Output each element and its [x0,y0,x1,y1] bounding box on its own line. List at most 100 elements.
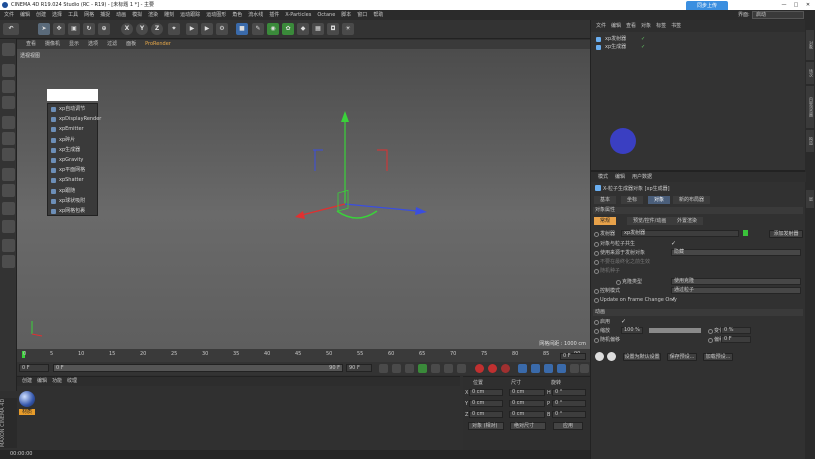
camera-icon[interactable]: ◘ [327,23,339,35]
timeline-menu-icon[interactable] [580,364,589,373]
start-frame-field[interactable]: 0 F [19,364,49,372]
y-axis-toggle[interactable]: Y [136,23,148,35]
record-icon[interactable] [475,364,484,373]
prev-key-icon[interactable] [392,364,401,373]
size-x-field[interactable]: 0 cm [509,389,545,396]
size-z-field[interactable]: 0 cm [509,411,545,418]
z-axis-toggle[interactable]: Z [151,23,163,35]
size-y-field[interactable]: 0 cm [509,400,545,407]
menu-edit[interactable]: 编辑 [20,10,30,20]
snap-icon[interactable] [2,202,15,215]
menu-mesh[interactable]: 网格 [84,10,94,20]
model-mode-icon[interactable] [2,64,15,77]
scale-field[interactable]: 100 % [621,327,643,334]
material-name[interactable]: 材质 [19,409,35,415]
key-param-icon[interactable] [557,364,566,373]
lock-workplane-icon[interactable] [2,239,15,252]
offset-field[interactable]: 0 F [721,336,751,343]
preset-load-icon[interactable] [595,352,604,361]
attr-row-check[interactable]: ✓ [671,296,676,303]
attr-row-dropdown[interactable]: 隐藏 [671,249,801,256]
popup-item[interactable]: xp自动调节 [48,104,97,114]
rotation-b-field[interactable]: 0 ° [552,411,586,418]
viewport-menu-display[interactable]: 显示 [69,41,79,47]
menu-pipeline[interactable]: 流水线 [248,10,263,20]
viewport-menu-panel[interactable]: 面板 [126,41,136,47]
menu-help[interactable]: 帮助 [373,10,383,20]
light-icon[interactable]: ☀ [342,23,354,35]
popup-item[interactable]: xp网格包裹 [48,206,97,216]
load-preset-button[interactable]: 加载预设... [703,353,733,361]
menu-tools[interactable]: 工具 [68,10,78,20]
current-frame-field[interactable]: 0 F [560,353,586,360]
scale-icon[interactable]: ▣ [68,23,80,35]
cube-icon[interactable]: ■ [236,23,248,35]
material-preview-ball[interactable] [19,391,35,407]
popup-item[interactable]: xp平面网格 [48,165,97,175]
attr-menu-mode[interactable]: 模式 [598,174,608,180]
position-y-field[interactable]: 0 cm [469,400,503,407]
viewport-menu-prorender[interactable]: ProRender [145,41,171,47]
popup-search-header[interactable] [47,89,98,101]
attr-menu-userdata[interactable]: 用户数据 [632,174,652,180]
goto-start-icon[interactable] [379,364,388,373]
soft-selection-icon[interactable] [2,220,15,233]
menu-file[interactable]: 文件 [4,10,14,20]
menu-simulate[interactable]: 模拟 [132,10,142,20]
attr-row-dropdown[interactable]: 使用克隆 [671,278,801,285]
visibility-check-icon[interactable]: ✓ [641,44,645,50]
cloner-icon[interactable]: ✿ [282,23,294,35]
viewport-menu-filter[interactable]: 过滤 [107,41,117,47]
texture-mode-icon[interactable] [2,80,15,93]
render-picture-viewer-icon[interactable]: ▶ [201,23,213,35]
viewport-menu-camera[interactable]: 摄像机 [45,41,60,47]
object-menu-tags[interactable]: 标签 [656,23,666,29]
attr-tab-coord[interactable]: 坐标 [621,196,644,204]
subdivision-icon[interactable]: ◉ [267,23,279,35]
popup-item[interactable]: xpDisplayRender [48,114,101,124]
planar-workplane-icon[interactable] [2,255,15,268]
variation-field[interactable]: 0 % [721,327,751,334]
object-menu-object[interactable]: 对象 [641,23,651,29]
object-menu-bookmarks[interactable]: 书签 [671,23,681,29]
side-tab-takes[interactable]: 场次 [806,62,814,84]
pen-icon[interactable]: ✎ [252,23,264,35]
live-selection-icon[interactable]: ⊕ [98,23,110,35]
menu-mograph[interactable]: 运动图形 [206,10,226,20]
apply-button[interactable]: 应用 [553,422,583,430]
position-x-field[interactable]: 0 cm [469,389,503,396]
key-pla-icon[interactable] [570,364,579,373]
points-mode-icon[interactable] [2,116,15,129]
tweak-mode-icon[interactable] [2,184,15,197]
attr-tab-object[interactable]: 对象 [648,196,671,204]
render-settings-icon[interactable]: ⚙ [216,23,228,35]
make-editable-icon[interactable] [2,43,15,56]
popup-item[interactable]: xp生成器 [48,145,97,155]
rotate-icon[interactable]: ↻ [83,23,95,35]
menu-snap[interactable]: 捕捉 [100,10,110,20]
goto-end-icon[interactable] [457,364,466,373]
deformer-icon[interactable]: ◆ [297,23,309,35]
side-tab-layers[interactable]: 层 [806,190,814,208]
viewport-menu-view[interactable]: 查看 [26,41,36,47]
menu-octane[interactable]: Octane [317,10,335,20]
menu-plugins[interactable]: 插件 [269,10,279,20]
render-view-icon[interactable]: ▶ [186,23,198,35]
anim-enable-check[interactable]: ✓ [621,318,626,325]
select-arrow-icon[interactable]: ➤ [38,23,50,35]
side-tab-content-browser[interactable]: 内容浏览器 [806,86,814,128]
attr-row-dropdown[interactable]: 通过粒子 [671,287,801,294]
menu-select[interactable]: 选择 [52,10,62,20]
maximize-button[interactable]: □ [791,0,801,10]
object-menu-edit[interactable]: 编辑 [611,23,621,29]
step-back-icon[interactable] [405,364,414,373]
emitter-link-icon[interactable] [743,230,748,236]
next-key-icon[interactable] [444,364,453,373]
attr-subtab-preview[interactable]: 预览/控件/动画 [627,217,673,225]
material-menu-function[interactable]: 功能 [52,378,62,384]
floor-icon[interactable]: ▦ [312,23,324,35]
menu-sculpt[interactable]: 雕刻 [164,10,174,20]
layout-select[interactable]: 启动 [752,11,804,19]
undo-icon[interactable]: ↶ [3,23,19,35]
object-row-generator[interactable]: xp生成器 [595,44,626,51]
